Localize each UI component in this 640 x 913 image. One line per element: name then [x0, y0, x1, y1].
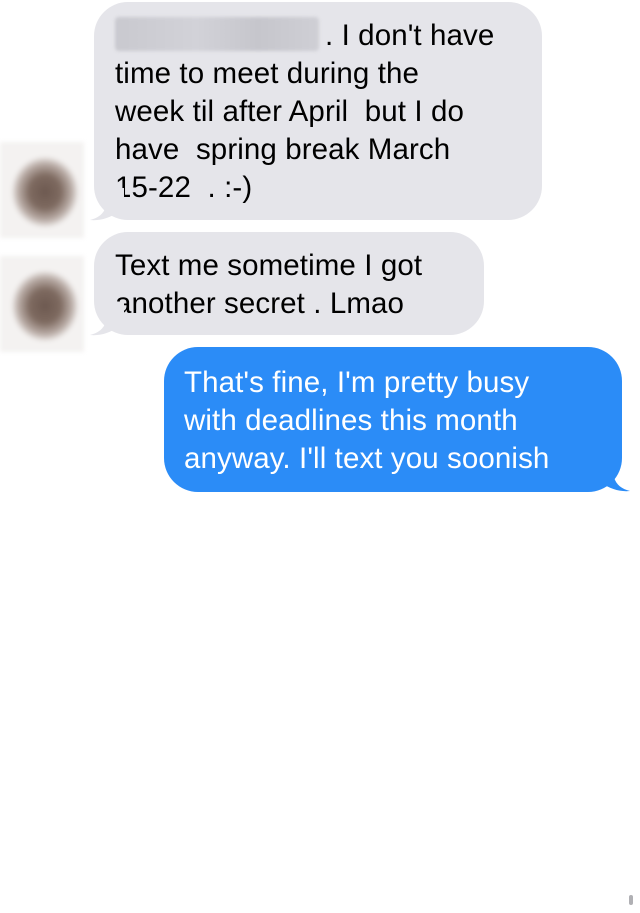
message-line: week til after April but I do — [115, 95, 464, 128]
message-line: time to meet during the — [115, 57, 420, 90]
incoming-message-bubble[interactable]: Text me sometime I got another secret . … — [94, 232, 484, 335]
message-line: Text me sometime I got — [115, 249, 423, 282]
redacted-name — [115, 17, 319, 51]
message-line: That's fine, I'm pretty busy — [184, 366, 530, 399]
scroll-indicator[interactable] — [629, 895, 633, 905]
incoming-bubble-tail — [90, 303, 124, 336]
message-line: 15-22 . :-) — [115, 171, 253, 204]
contact-avatar-blurred[interactable] — [0, 256, 84, 352]
message-thread[interactable]: . I don't have time to meet during the w… — [0, 0, 640, 913]
incoming-bubble-tail — [90, 188, 124, 221]
message-line: another secret . Lmao — [115, 287, 405, 320]
outgoing-bubble-tail — [594, 459, 630, 492]
outgoing-message-bubble[interactable]: That's fine, I'm pretty busy with deadli… — [164, 347, 622, 492]
message-line: anyway. I'll text you soonish — [184, 442, 550, 475]
message-line: with deadlines this month — [184, 404, 518, 437]
message-line: have spring break March — [115, 133, 451, 166]
message-line: . I don't have — [115, 17, 522, 55]
incoming-message-bubble[interactable]: . I don't have time to meet during the w… — [94, 2, 542, 220]
contact-avatar-blurred[interactable] — [0, 142, 84, 238]
